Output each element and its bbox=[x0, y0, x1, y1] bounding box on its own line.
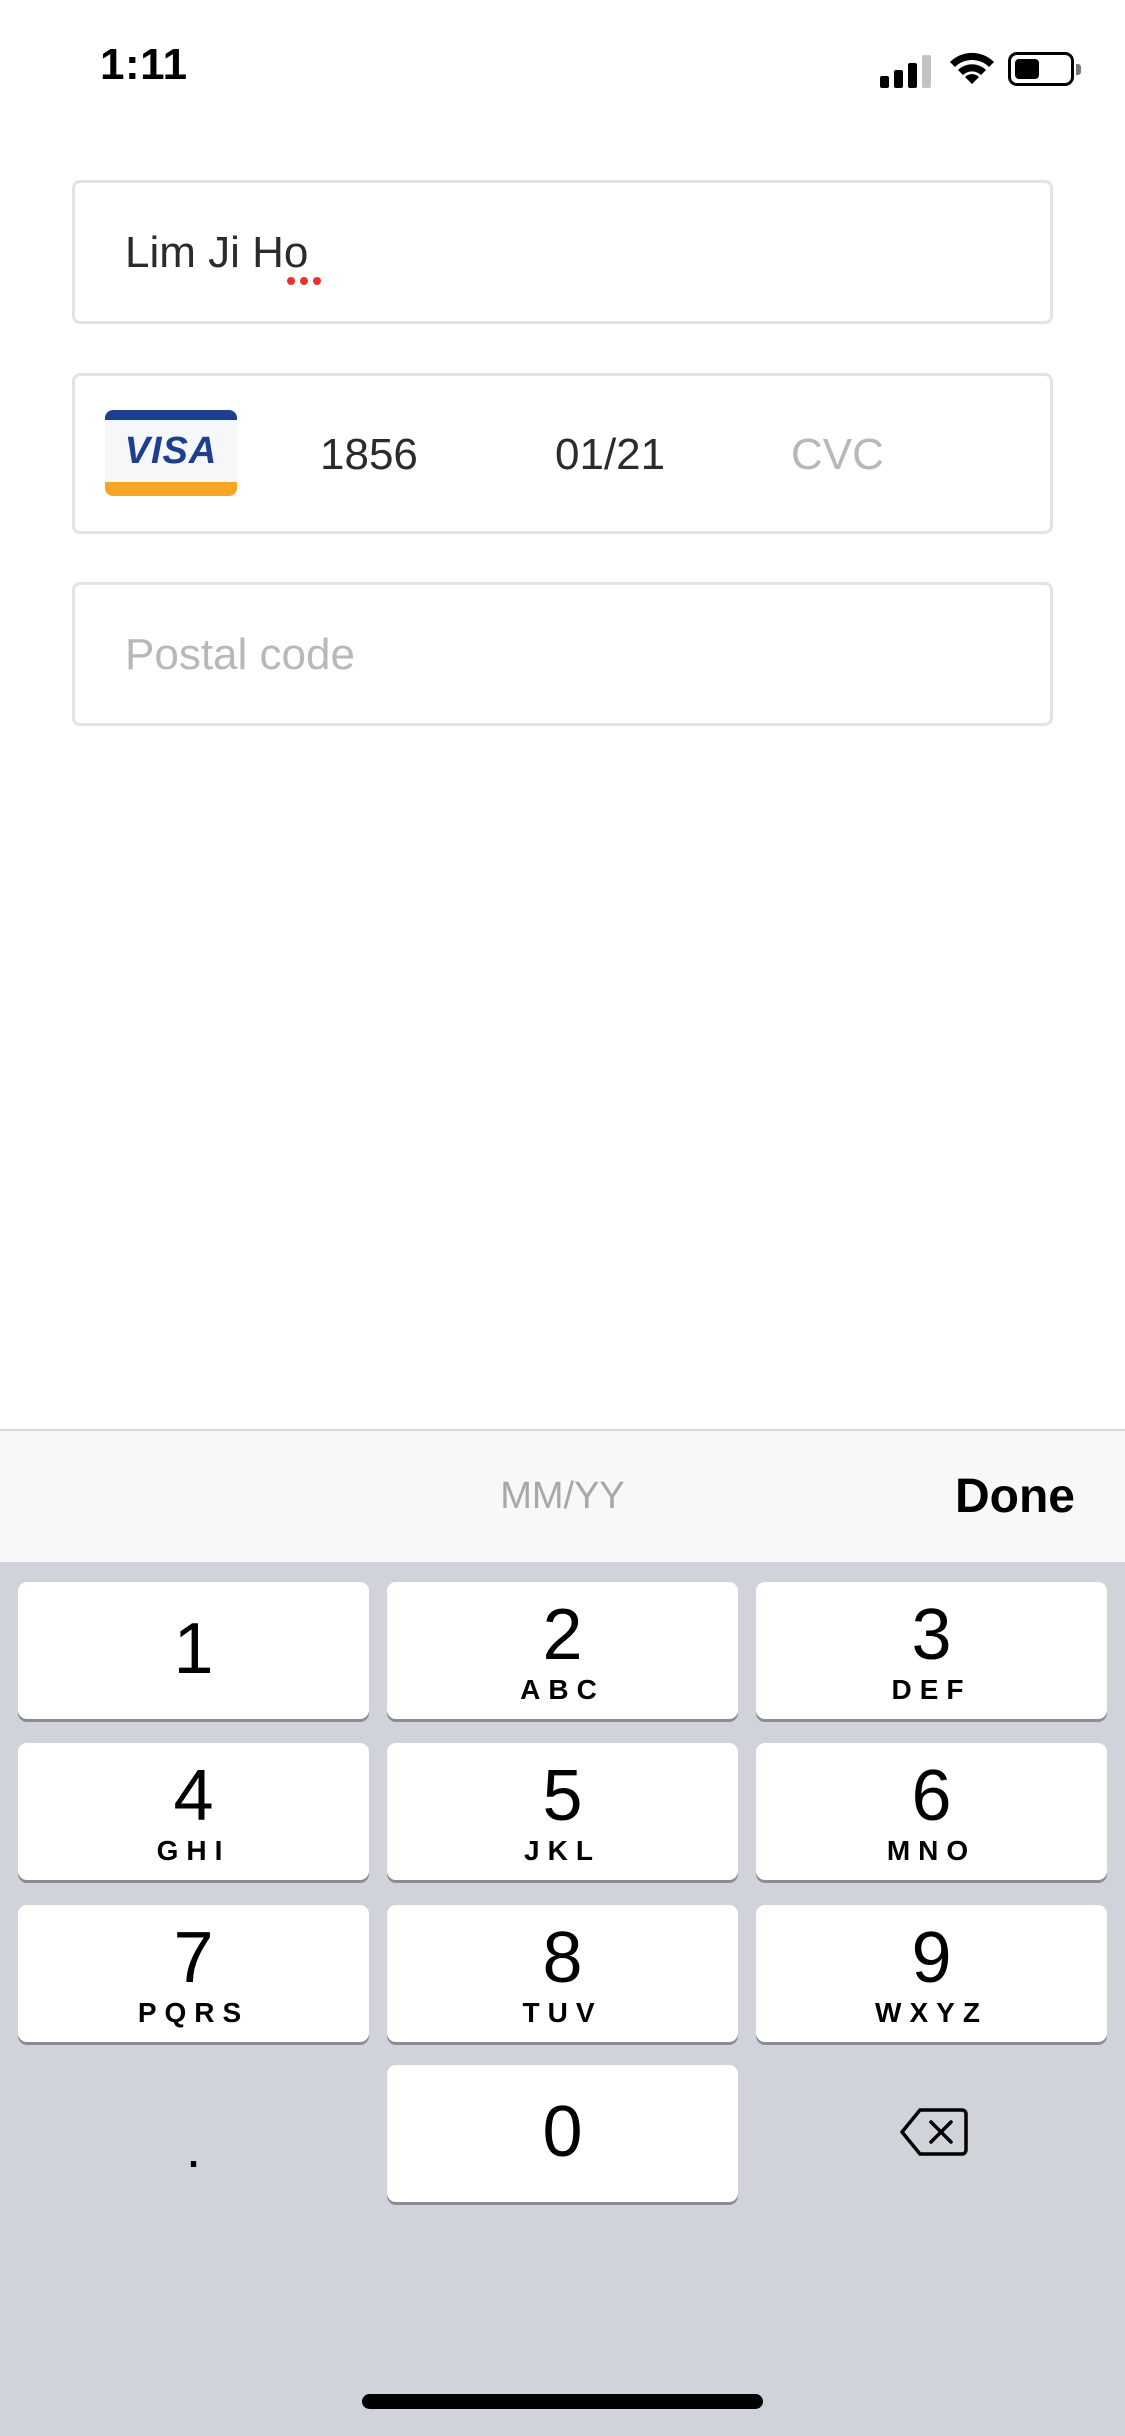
status-bar: 1:11 bbox=[0, 0, 1125, 140]
card-brand-label: VISA bbox=[124, 430, 218, 472]
key-decimal[interactable]: . bbox=[18, 2065, 369, 2202]
key-8[interactable]: 8 TUV bbox=[387, 1905, 738, 2042]
cardholder-name-value: Lim Ji Ho bbox=[125, 228, 309, 277]
key-7[interactable]: 7 PQRS bbox=[18, 1905, 369, 2042]
battery-icon bbox=[1008, 52, 1081, 86]
postal-code-field[interactable]: Postal code bbox=[72, 582, 1053, 726]
key-5[interactable]: 5 JKL bbox=[387, 1743, 738, 1880]
delete-key[interactable] bbox=[756, 2065, 1107, 2202]
home-indicator bbox=[362, 2394, 763, 2409]
cellular-signal-icon bbox=[880, 52, 932, 88]
key-6[interactable]: 6 MNO bbox=[756, 1743, 1107, 1880]
card-cvc-input[interactable]: CVC bbox=[791, 430, 884, 480]
done-button[interactable]: Done bbox=[955, 1469, 1075, 1524]
key-4[interactable]: 4 GHI bbox=[18, 1743, 369, 1880]
key-1[interactable]: 1 bbox=[18, 1582, 369, 1719]
status-time: 1:11 bbox=[100, 40, 188, 89]
wifi-icon bbox=[948, 48, 996, 88]
keyboard-toolbar: MM/YY Done bbox=[0, 1429, 1125, 1562]
key-2[interactable]: 2 ABC bbox=[387, 1582, 738, 1719]
visa-card-icon: VISA bbox=[105, 410, 237, 496]
card-number-last4[interactable]: 1856 bbox=[320, 430, 418, 480]
backspace-icon bbox=[900, 2108, 968, 2156]
cardholder-name-field[interactable]: Lim Ji Ho bbox=[72, 180, 1053, 324]
key-9[interactable]: 9 WXYZ bbox=[756, 1905, 1107, 2042]
numeric-keypad: 1 2 ABC 3 DEF 4 GHI 5 JKL 6 MNO 7 PQRS 8… bbox=[0, 1562, 1125, 2436]
postal-code-placeholder: Postal code bbox=[125, 630, 355, 679]
spell-check-underline bbox=[287, 277, 327, 287]
key-3[interactable]: 3 DEF bbox=[756, 1582, 1107, 1719]
card-details-field[interactable]: VISA 1856 01/21 CVC bbox=[72, 373, 1053, 534]
key-0[interactable]: 0 bbox=[387, 2065, 738, 2202]
card-expiry-input[interactable]: 01/21 bbox=[555, 430, 665, 480]
